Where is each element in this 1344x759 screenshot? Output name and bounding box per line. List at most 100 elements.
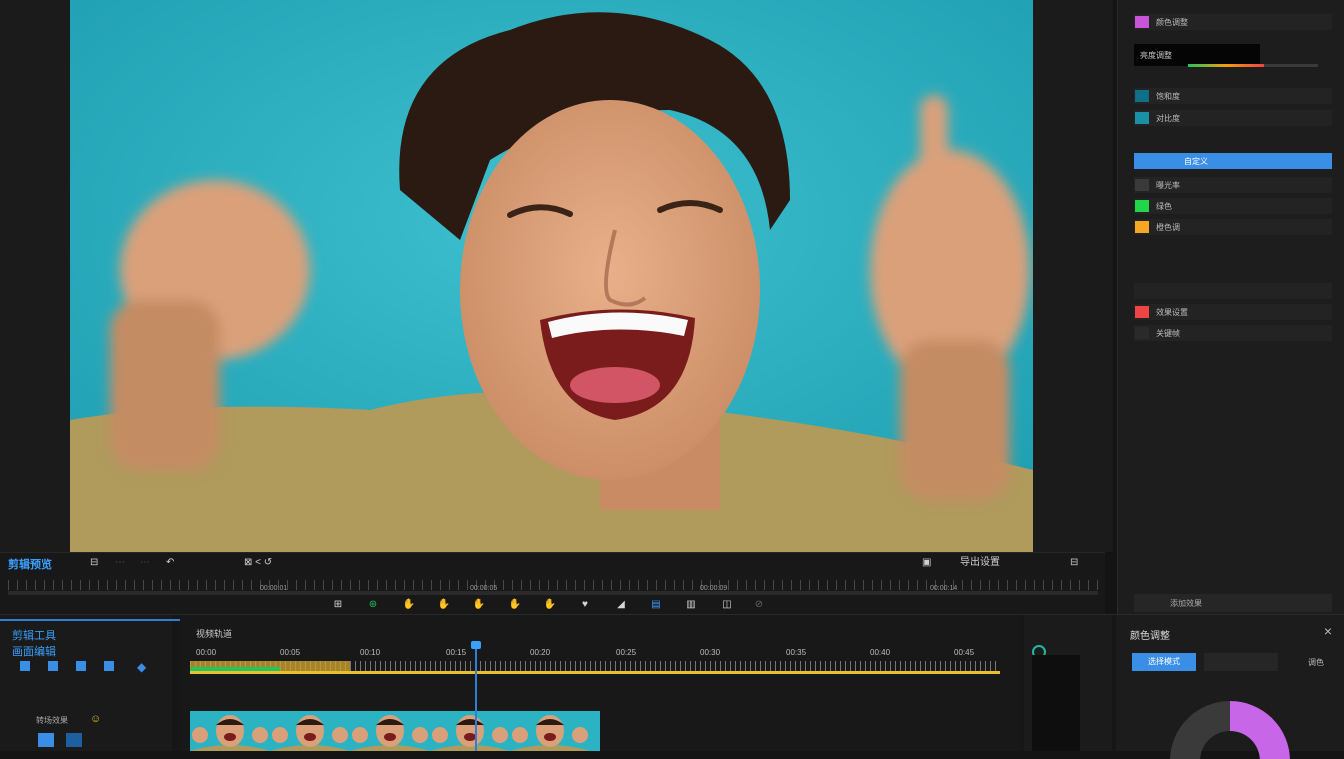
inspector-row-contrast[interactable]: 对比度 — [1134, 110, 1332, 126]
audio-mixer-pane — [1024, 615, 1112, 751]
color-swatch — [1135, 327, 1149, 339]
row-label: 关键帧 — [1156, 329, 1180, 338]
inspector-row-saturation[interactable]: 饱和度 — [1134, 88, 1332, 104]
tool-button-4[interactable] — [104, 661, 114, 671]
timeline-header: 视频轨道 — [196, 629, 233, 639]
row-label: 自定义 — [1184, 157, 1208, 166]
row-label: 饱和度 — [1156, 92, 1180, 101]
timeline-label-3: 00:10 — [360, 648, 381, 657]
mixer-track[interactable] — [1032, 655, 1080, 751]
tool-button-5[interactable] — [38, 733, 54, 747]
color-swatch — [1135, 221, 1149, 233]
timeline-label-5: 00:20 — [530, 648, 551, 657]
tool-button-6[interactable] — [66, 733, 82, 747]
brightness-slider-fill — [1188, 64, 1264, 67]
color-swatch — [1135, 200, 1149, 212]
color-swatch — [1135, 179, 1149, 191]
row-label: 橙色调 — [1156, 223, 1180, 232]
preview-frame-image — [70, 0, 1033, 552]
scrub-tick-label-3: 00:00:09 — [700, 585, 728, 592]
mode-dropdown[interactable] — [1204, 653, 1278, 671]
hand-tool-icon-2[interactable]: ✋ — [437, 599, 451, 611]
audio-waveform-svg — [190, 661, 350, 671]
color-wheel[interactable] — [1168, 699, 1292, 759]
hand-tool-icon-3[interactable]: ✋ — [472, 599, 486, 611]
mode-select-button[interactable]: 选择模式 — [1132, 653, 1196, 671]
frame-icon[interactable]: ◫ — [720, 599, 734, 611]
transport-control-2[interactable]: ⋯ — [115, 557, 125, 569]
left-gutter — [0, 0, 70, 552]
layout-icon[interactable]: ▤ — [649, 599, 663, 611]
tools-subtitle: 画面编辑 — [12, 646, 56, 658]
transport-control-3[interactable]: ⋯ — [140, 557, 150, 569]
transport-control-1[interactable]: ⊟ — [90, 557, 98, 569]
row-label: 曝光率 — [1156, 181, 1180, 190]
timeline-label-2: 00:05 — [280, 648, 301, 657]
row-label: 效果设置 — [1156, 308, 1188, 317]
tool-button-1[interactable] — [20, 661, 30, 671]
export-icon[interactable]: ▣ — [922, 557, 931, 569]
timeline-label-6: 00:25 — [616, 648, 637, 657]
inspector-row-keyframes[interactable]: 关键帧 — [1134, 325, 1332, 341]
inspector-row-exposure[interactable]: 曝光率 — [1134, 177, 1332, 193]
row-label: 颜色调整 — [1156, 18, 1188, 27]
export-settings-label[interactable]: 导出设置 — [960, 557, 1000, 569]
playhead-handle[interactable] — [471, 641, 481, 649]
scrub-tick-label-2: 00:00:05 — [470, 585, 498, 592]
undo-redo-controls[interactable]: ⊠ < ↺ — [244, 557, 272, 569]
video-clip[interactable] — [190, 711, 600, 751]
timeline-label-1: 00:00 — [196, 648, 217, 657]
heart-icon[interactable]: ♥ — [578, 599, 592, 611]
panel-icon[interactable]: ▥ — [684, 599, 698, 611]
add-effect-label: 添加效果 — [1170, 599, 1202, 608]
timeline-label-9: 00:40 — [870, 648, 891, 657]
record-icon[interactable]: ⊛ — [366, 599, 380, 611]
color-panel: 颜色调整 × 选择模式 调色 — [1116, 615, 1344, 759]
timecode-display: ⊟ — [1070, 557, 1079, 568]
scrub-tick-label-1: 00:00:01 — [260, 585, 288, 592]
inspector-row-selected[interactable]: 自定义 — [1134, 153, 1332, 169]
inspector-panel: 颜色调整 亮度调整 饱和度 对比度 自定义 曝光率 绿色 橙色调 效果设置 关键… — [1117, 0, 1344, 614]
row-label: 亮度调整 — [1140, 51, 1172, 60]
timeline-pane[interactable]: 视频轨道 00:00 00:05 00:10 00:15 00:20 00:25… — [180, 615, 1020, 751]
inspector-row-color[interactable]: 颜色调整 — [1134, 14, 1332, 30]
tools-pane: 剪辑工具 画面编辑 ◆ 转场效果 ☺ — [0, 615, 268, 751]
row-label: 绿色 — [1156, 202, 1172, 211]
color-value-label: 调色 — [1308, 658, 1324, 667]
crop-icon[interactable]: ◢ — [614, 599, 628, 611]
timeline-label-8: 00:35 — [786, 648, 807, 657]
video-thumbnails — [190, 711, 590, 751]
playhead[interactable] — [475, 641, 477, 751]
video-preview[interactable] — [70, 0, 1033, 552]
inspector-row-green[interactable]: 绿色 — [1134, 198, 1332, 214]
audio-waveform[interactable] — [190, 661, 1000, 671]
disable-icon[interactable]: ⊘ — [752, 599, 766, 611]
transport-control-4[interactable]: ↶ — [166, 557, 174, 569]
color-swatch — [1135, 90, 1149, 102]
close-icon[interactable]: × — [1324, 623, 1332, 639]
diamond-icon[interactable]: ◆ — [137, 660, 146, 674]
color-swatch — [1135, 112, 1149, 124]
inspector-row-blank[interactable] — [1134, 283, 1332, 299]
timeline-label-7: 00:30 — [700, 648, 721, 657]
inspector-row-effects[interactable]: 效果设置 — [1134, 304, 1332, 320]
split-icon[interactable]: ⊞ — [331, 599, 345, 611]
hand-tool-icon-5[interactable]: ✋ — [543, 599, 557, 611]
color-swatch — [1135, 306, 1149, 318]
timeline-label-4: 00:15 — [446, 648, 467, 657]
tool-button-2[interactable] — [48, 661, 58, 671]
hand-tool-icon-1[interactable]: ✋ — [402, 599, 416, 611]
add-effect-button[interactable]: 添加效果 — [1134, 594, 1332, 612]
color-panel-title: 颜色调整 — [1130, 631, 1170, 642]
tool-button-3[interactable] — [76, 661, 86, 671]
inspector-row-orange[interactable]: 橙色调 — [1134, 219, 1332, 235]
transition-label: 转场效果 — [36, 716, 68, 725]
audio-track[interactable] — [190, 671, 1000, 674]
transport-bar: 剪辑预览 ⊟ ⋯ ⋯ ↶ ⊠ < ↺ ▣ 导出设置 ⊟ ⊞ ⊛ ✋ ✋ ✋ ✋ … — [0, 552, 1105, 615]
hand-tool-icon-4[interactable]: ✋ — [508, 599, 522, 611]
color-swatch — [1135, 16, 1149, 28]
preview-title: 剪辑预览 — [8, 559, 52, 571]
smile-icon[interactable]: ☺ — [90, 713, 101, 725]
row-label: 对比度 — [1156, 114, 1180, 123]
bottom-panel: 剪辑工具 画面编辑 ◆ 转场效果 ☺ 视频轨道 00:00 00:05 00:1… — [0, 614, 1344, 759]
